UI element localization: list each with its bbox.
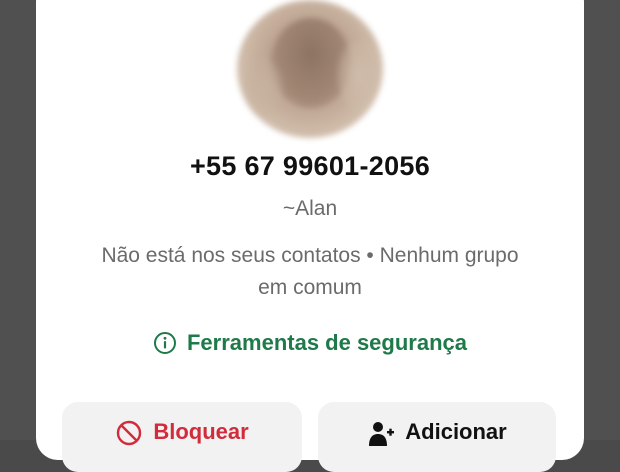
safety-tools-label: Ferramentas de segurança [186,330,468,355]
block-button-label: Bloquear [153,419,249,444]
info-icon [153,331,177,355]
block-icon [115,419,143,447]
add-contact-button[interactable]: Adicionar [318,402,556,472]
contact-context-text: Não está nos seus contatos • Nenhum grup… [60,240,560,304]
contact-pushname: ~Alan [282,197,338,220]
block-button[interactable]: Bloquear [62,402,302,472]
add-contact-icon [367,419,395,447]
safety-tools-link[interactable]: Ferramentas de segurança [0,330,620,356]
avatar[interactable] [237,0,383,138]
context-line-2: em comum [258,276,362,299]
add-contact-label: Adicionar [405,419,507,444]
context-line-1: Não está nos seus contatos • Nenhum grup… [101,244,519,267]
contact-phone-number: +55 67 99601-2056 [189,151,431,181]
